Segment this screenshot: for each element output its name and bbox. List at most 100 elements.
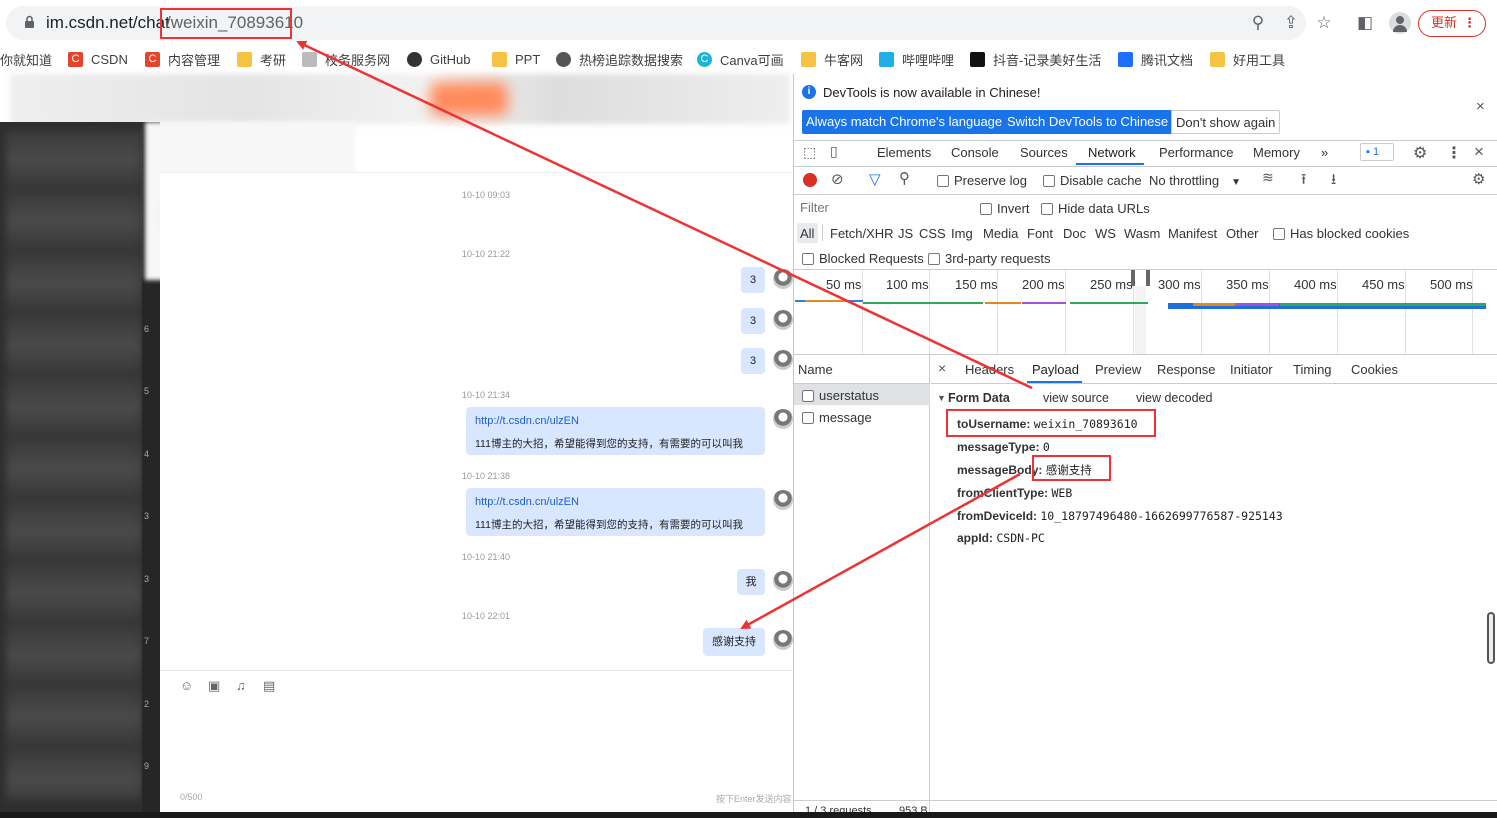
view-source-link[interactable]: view source xyxy=(1043,391,1109,405)
bookmark-item[interactable]: 抖音-记录美好生活 xyxy=(970,50,1101,68)
third-party-checkbox[interactable]: 3rd-party requests xyxy=(928,251,1051,266)
form-data-heading[interactable]: Form Data xyxy=(948,391,1010,405)
bookmark-item[interactable]: 热榜追踪数据搜索 xyxy=(556,50,683,68)
payload-row[interactable]: fromClientType: WEB xyxy=(957,485,1072,500)
filter-type-doc[interactable]: Doc xyxy=(1063,226,1086,241)
avatar[interactable] xyxy=(773,269,793,289)
filter-type-manifest[interactable]: Manifest xyxy=(1168,226,1217,241)
switch-language-button[interactable]: Switch DevTools to Chinese xyxy=(1003,110,1173,134)
network-settings-icon[interactable]: ⚙ xyxy=(1472,170,1485,188)
filter-type-fetch[interactable]: Fetch/XHR xyxy=(830,226,894,241)
payload-row[interactable]: fromDeviceId: 10_18797496480-16626997765… xyxy=(957,508,1283,523)
throttling-select[interactable]: No throttling ▼ xyxy=(1149,173,1241,188)
bookmark-item[interactable]: GitHub xyxy=(407,50,470,68)
tab-network[interactable]: Network xyxy=(1088,145,1136,160)
bookmark-item[interactable]: C 内容管理 xyxy=(145,50,220,68)
gear-icon[interactable]: ⚙ xyxy=(1413,143,1427,163)
star-icon[interactable]: ☆ xyxy=(1313,12,1335,34)
kebab-menu-icon[interactable]: ⋮ xyxy=(1446,143,1462,163)
payload-row[interactable]: appId: CSDN-PC xyxy=(957,530,1045,545)
message-bubble[interactable]: 3 xyxy=(741,308,765,334)
inspect-icon[interactable]: ⬚ xyxy=(803,144,816,161)
request-row[interactable]: userstatus xyxy=(802,388,879,403)
search-icon[interactable]: ⚲ xyxy=(899,169,910,187)
detail-tab-payload[interactable]: Payload xyxy=(1032,362,1079,377)
lock-icon[interactable] xyxy=(24,15,35,29)
avatar[interactable] xyxy=(773,310,793,330)
name-column-header[interactable]: Name xyxy=(798,362,833,377)
payload-row[interactable]: messageType: 0 xyxy=(957,439,1050,454)
hide-data-urls-checkbox[interactable]: Hide data URLs xyxy=(1041,201,1150,216)
close-detail-icon[interactable]: × xyxy=(938,360,946,376)
bookmark-item[interactable]: 哔哩哔哩 xyxy=(879,50,954,68)
detail-tab-response[interactable]: Response xyxy=(1157,362,1216,377)
filter-type-all[interactable]: All xyxy=(800,226,814,241)
tab-memory[interactable]: Memory xyxy=(1253,145,1300,160)
emoji-icon[interactable]: ☺ xyxy=(180,678,193,693)
zoom-icon[interactable]: ⚲ xyxy=(1247,12,1269,34)
filter-type-media[interactable]: Media xyxy=(983,226,1018,241)
preserve-log-checkbox[interactable]: Preserve log xyxy=(937,173,1027,188)
filter-type-css[interactable]: CSS xyxy=(919,226,946,241)
bookmark-item[interactable]: C Canva可画 xyxy=(697,50,784,68)
tab-console[interactable]: Console xyxy=(951,145,999,160)
profile-icon[interactable] xyxy=(1389,12,1411,34)
avatar[interactable] xyxy=(773,350,793,370)
download-icon[interactable]: ⭳ xyxy=(1331,169,1336,194)
bookmark-item[interactable]: 好用工具 xyxy=(1210,50,1285,68)
avatar[interactable] xyxy=(773,571,793,591)
bookmark-item[interactable]: 腾讯文档 xyxy=(1118,50,1193,68)
expand-triangle-icon[interactable]: ▼ xyxy=(937,393,946,403)
close-icon[interactable]: × xyxy=(1476,98,1485,115)
bookmark-item[interactable]: C CSDN xyxy=(68,50,128,68)
blocked-requests-checkbox[interactable]: Blocked Requests xyxy=(802,251,924,266)
dont-show-button[interactable]: Don't show again xyxy=(1171,110,1281,134)
message-bubble[interactable]: 3 xyxy=(741,267,765,293)
timeline-handle-left[interactable] xyxy=(1131,270,1135,286)
bell-icon[interactable]: ♫ xyxy=(236,678,246,693)
avatar[interactable] xyxy=(773,630,793,650)
view-decoded-link[interactable]: view decoded xyxy=(1136,391,1212,405)
bookmark-item[interactable]: PPT xyxy=(492,50,540,68)
message-link[interactable]: http://t.csdn.cn/ulzEN xyxy=(475,415,579,427)
filter-type-img[interactable]: Img xyxy=(951,226,973,241)
filter-type-wasm[interactable]: Wasm xyxy=(1124,226,1160,241)
invert-checkbox[interactable]: Invert xyxy=(980,201,1030,216)
tab-performance[interactable]: Performance xyxy=(1159,145,1233,160)
network-conditions-icon[interactable]: ≋ xyxy=(1262,169,1274,186)
issues-badge[interactable]: ▪ 1 xyxy=(1360,143,1394,161)
image-icon[interactable]: ▣ xyxy=(208,678,220,694)
scrollbar-thumb[interactable] xyxy=(1487,612,1495,664)
detail-tab-headers[interactable]: Headers xyxy=(965,362,1014,377)
timeline-handle-right[interactable] xyxy=(1146,270,1150,286)
filter-type-other[interactable]: Other xyxy=(1226,226,1259,241)
url-host[interactable]: im.csdn.net/chat xyxy=(46,13,170,33)
record-icon[interactable] xyxy=(803,173,817,187)
filter-type-font[interactable]: Font xyxy=(1027,226,1053,241)
message-composer[interactable] xyxy=(160,670,792,812)
request-row[interactable]: message xyxy=(802,410,872,425)
upload-icon[interactable]: ⭱ xyxy=(1301,169,1306,194)
update-button[interactable]: 更新 ⋮ xyxy=(1418,10,1486,37)
avatar[interactable] xyxy=(773,490,793,510)
clear-icon[interactable]: ⊘ xyxy=(831,170,844,188)
filter-input[interactable] xyxy=(794,196,967,218)
avatar[interactable] xyxy=(773,409,793,429)
file-icon[interactable]: ▤ xyxy=(263,678,275,694)
device-toggle-icon[interactable]: ▯ xyxy=(830,143,838,160)
message-bubble[interactable]: 我 xyxy=(737,569,765,595)
sidebar-icon[interactable]: ◧ xyxy=(1354,12,1376,34)
detail-tab-initiator[interactable]: Initiator xyxy=(1230,362,1273,377)
message-bubble[interactable]: http://t.csdn.cn/ulzEN 111博主的大招，希望能得到您的支… xyxy=(466,488,765,536)
bookmark-item[interactable]: 你就知道 xyxy=(0,50,52,68)
bookmark-item[interactable]: 牛客网 xyxy=(801,50,863,68)
detail-tab-preview[interactable]: Preview xyxy=(1095,362,1141,377)
bookmark-item[interactable]: 校务服务网 xyxy=(302,50,390,68)
blocked-cookies-checkbox[interactable]: Has blocked cookies xyxy=(1273,226,1409,241)
filter-icon[interactable]: ▽ xyxy=(869,170,881,188)
detail-tab-timing[interactable]: Timing xyxy=(1293,362,1332,377)
tab-sources[interactable]: Sources xyxy=(1020,145,1068,160)
more-tabs-icon[interactable]: » xyxy=(1321,145,1328,160)
share-icon[interactable]: ⇪ xyxy=(1280,12,1302,34)
message-link[interactable]: http://t.csdn.cn/ulzEN xyxy=(475,496,579,508)
